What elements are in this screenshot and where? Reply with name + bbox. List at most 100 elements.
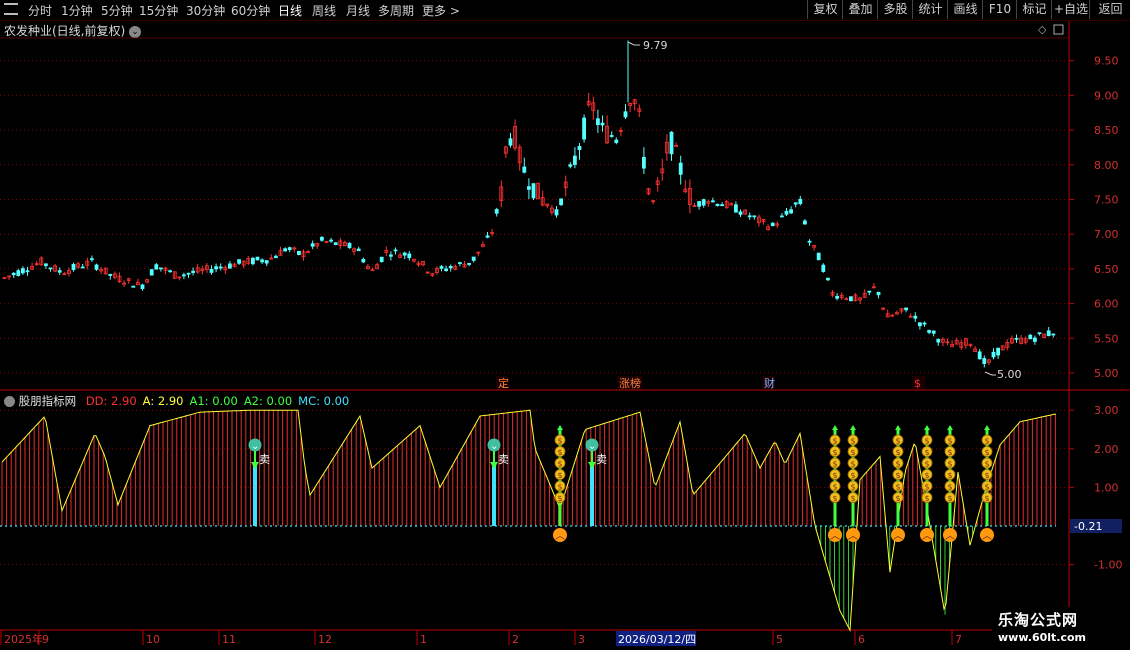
- candle-body: [531, 183, 536, 199]
- candle-body: [310, 243, 315, 247]
- candle-body: [678, 162, 683, 175]
- coin-dollar-icon: $: [832, 471, 837, 480]
- candle-body: [904, 307, 908, 311]
- candle-body: [596, 118, 600, 126]
- candle-body: [508, 138, 513, 146]
- candle-body: [467, 263, 472, 265]
- buy-arrow-icon: [947, 425, 953, 430]
- candle-body: [296, 250, 301, 255]
- candle-body: [402, 252, 407, 256]
- candle-body: [734, 204, 738, 213]
- price-axis-label: 7.50: [1094, 194, 1119, 207]
- coin-dollar-icon: $: [984, 437, 989, 446]
- candle-body: [798, 198, 803, 205]
- low-pointer: [984, 371, 996, 376]
- coin-dollar-icon: $: [557, 494, 562, 503]
- candle-body: [573, 155, 577, 165]
- candle-body: [1051, 333, 1056, 336]
- coin-dollar-icon: $: [850, 460, 855, 469]
- buy-chevron-icon: ︿: [555, 531, 565, 542]
- sell-bar: [590, 462, 594, 526]
- indicator-header: 股朋指标网 DD: 2.90 A: 2.90 A1: 0.00 A2: 0.00 MC:…: [4, 393, 349, 409]
- time-label-7: 3: [578, 633, 585, 646]
- candle-body: [191, 270, 196, 273]
- sell-chevron-icon: ⌄: [588, 441, 596, 452]
- coin-dollar-icon: $: [895, 460, 900, 469]
- time-label-6: 2: [512, 633, 519, 646]
- candle-body: [140, 284, 145, 289]
- candle-body: [260, 259, 265, 263]
- candle-body: [329, 239, 334, 242]
- coin-dollar-icon: $: [924, 448, 929, 457]
- candle-body: [379, 256, 384, 262]
- coin-dollar-icon: $: [895, 437, 900, 446]
- settings-circle-icon[interactable]: [4, 396, 15, 407]
- coin-dollar-icon: $: [947, 448, 952, 457]
- sell-bar: [253, 462, 257, 526]
- coin-dollar-icon: $: [557, 471, 562, 480]
- coin-dollar-icon: $: [924, 471, 929, 480]
- candle-body: [168, 270, 173, 273]
- coin-dollar-icon: $: [557, 437, 562, 446]
- sell-label-1: 卖: [498, 453, 509, 466]
- coin-dollar-icon: $: [984, 471, 989, 480]
- coin-dollar-icon: $: [895, 494, 900, 503]
- candle-body: [214, 266, 219, 270]
- candle-body: [527, 186, 531, 190]
- indicator-value-0: DD: 2.90: [85, 394, 137, 408]
- candle-body: [273, 255, 278, 259]
- indicator-axis-label: 3.00: [1094, 404, 1119, 417]
- current-value-label: -0.21: [1074, 520, 1102, 533]
- high-pointer: [627, 41, 640, 46]
- coin-dollar-icon: $: [947, 471, 952, 480]
- candle-body: [149, 269, 154, 276]
- candle-body: [158, 267, 163, 270]
- price-axis-label: 9.50: [1094, 55, 1119, 68]
- coin-dollar-icon: $: [832, 448, 837, 457]
- candle-body: [991, 351, 996, 358]
- candle-body: [913, 315, 918, 319]
- time-label-3: 11: [222, 633, 236, 646]
- candle-body: [90, 258, 94, 261]
- indicator-values: DD: 2.90 A: 2.90 A1: 0.00 A2: 0.00 MC: 0.00: [80, 394, 349, 408]
- coin-dollar-icon: $: [984, 494, 989, 503]
- candle-body: [876, 291, 881, 296]
- candle-body: [609, 135, 614, 137]
- time-label-5: 1: [420, 633, 427, 646]
- buy-chevron-icon: ︿: [982, 531, 992, 542]
- candle-body: [927, 330, 931, 333]
- indicator-axis-label: 2.00: [1094, 443, 1119, 456]
- event-marker-2: 财: [764, 376, 775, 390]
- candle-body: [807, 240, 812, 243]
- buy-chevron-icon: ︿: [830, 531, 840, 542]
- candle-body: [186, 272, 191, 275]
- coin-dollar-icon: $: [895, 483, 900, 492]
- candle-body: [720, 204, 724, 207]
- time-label-10: 7: [955, 633, 962, 646]
- coin-dollar-icon: $: [832, 494, 837, 503]
- candle-body: [918, 322, 922, 327]
- candle-body: [407, 253, 412, 259]
- coin-dollar-icon: $: [924, 460, 929, 469]
- time-label-8: 5: [776, 633, 783, 646]
- candle-body: [1014, 337, 1019, 340]
- coin-dollar-icon: $: [895, 471, 900, 480]
- watermark: 乐淘公式网 www.60lt.com: [992, 607, 1130, 650]
- coin-dollar-icon: $: [924, 437, 929, 446]
- candle-body: [393, 249, 398, 252]
- candle-body: [747, 215, 752, 218]
- candle-body: [25, 270, 30, 273]
- sell-arrow-icon: [251, 462, 259, 469]
- watermark-url: www.60lt.com: [998, 631, 1087, 644]
- coin-dollar-icon: $: [984, 448, 989, 457]
- candle-body: [255, 256, 260, 261]
- candle-body: [250, 257, 255, 265]
- date-highlight-label: 2026/03/12/四: [618, 633, 696, 646]
- indicator-value-2: A1: 0.00: [189, 394, 238, 408]
- candle-body: [554, 209, 559, 216]
- candle-body: [752, 215, 757, 218]
- candle-body: [333, 242, 338, 245]
- coin-dollar-icon: $: [947, 437, 952, 446]
- candle-body: [80, 266, 85, 269]
- candle-body: [57, 270, 62, 273]
